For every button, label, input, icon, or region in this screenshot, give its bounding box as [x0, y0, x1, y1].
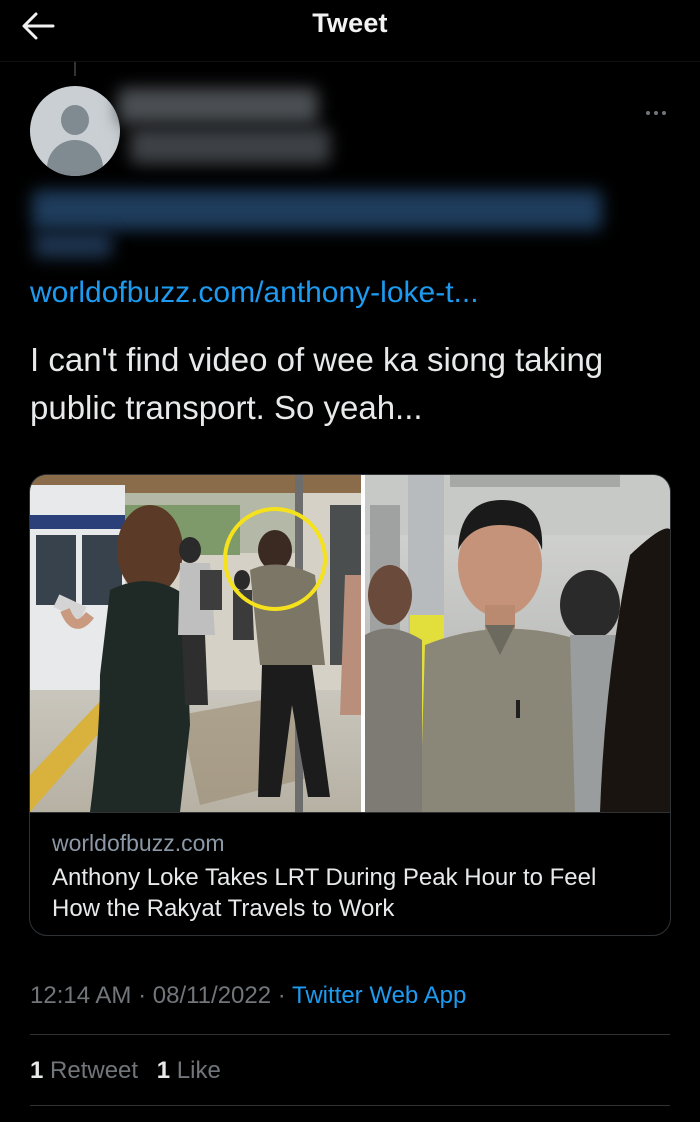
retweets-count: 1: [30, 1057, 44, 1084]
redacted-text-line: [34, 232, 112, 258]
tweet-metadata: 12:14 AM · 08/11/2022 · Twitter Web App: [30, 982, 466, 1010]
meta-separator: ·: [138, 982, 147, 1009]
tweet-date[interactable]: 08/11/2022: [153, 982, 271, 1009]
avatar[interactable]: [30, 86, 120, 176]
more-options-button[interactable]: [640, 103, 672, 123]
more-horizontal-icon: [646, 111, 650, 115]
tweet-source-link[interactable]: Twitter Web App: [292, 982, 466, 1009]
thread-connector-line: [74, 62, 76, 76]
divider: [30, 1034, 670, 1035]
tweet-text: I can't find video of wee ka siong takin…: [30, 341, 604, 426]
page-title: Tweet: [312, 8, 388, 38]
card-domain: worldofbuzz.com: [52, 830, 225, 856]
default-avatar-head-icon: [61, 105, 89, 135]
engagement-stats: 1 Retweet 1 Like: [30, 1057, 233, 1085]
author-name-redacted[interactable]: [118, 88, 318, 124]
retweets-label: Retweet: [50, 1057, 139, 1084]
likes-count: 1: [156, 1057, 171, 1084]
divider: [30, 1105, 670, 1106]
default-avatar-body-icon: [47, 140, 103, 176]
likes-label: Like: [176, 1057, 221, 1084]
link-preview-card[interactable]: worldofbuzz.com Anthony Loke Takes LRT D…: [29, 474, 671, 936]
top-bar: Tweet: [0, 0, 700, 62]
tweet-link[interactable]: worldofbuzz.com/anthony-loke-t...: [30, 276, 479, 310]
author-handle-redacted[interactable]: [130, 128, 330, 164]
meta-separator: ·: [277, 982, 286, 1009]
card-image: [30, 475, 670, 812]
likes-stat[interactable]: 1 Like: [157, 1057, 221, 1084]
tweet-time[interactable]: 12:14 AM: [30, 982, 131, 1009]
card-title: Anthony Loke Takes LRT During Peak Hour …: [52, 864, 597, 922]
card-meta: worldofbuzz.com Anthony Loke Takes LRT D…: [30, 812, 670, 935]
redacted-text-line: [32, 190, 602, 230]
retweets-stat[interactable]: 1 Retweet: [30, 1057, 138, 1084]
